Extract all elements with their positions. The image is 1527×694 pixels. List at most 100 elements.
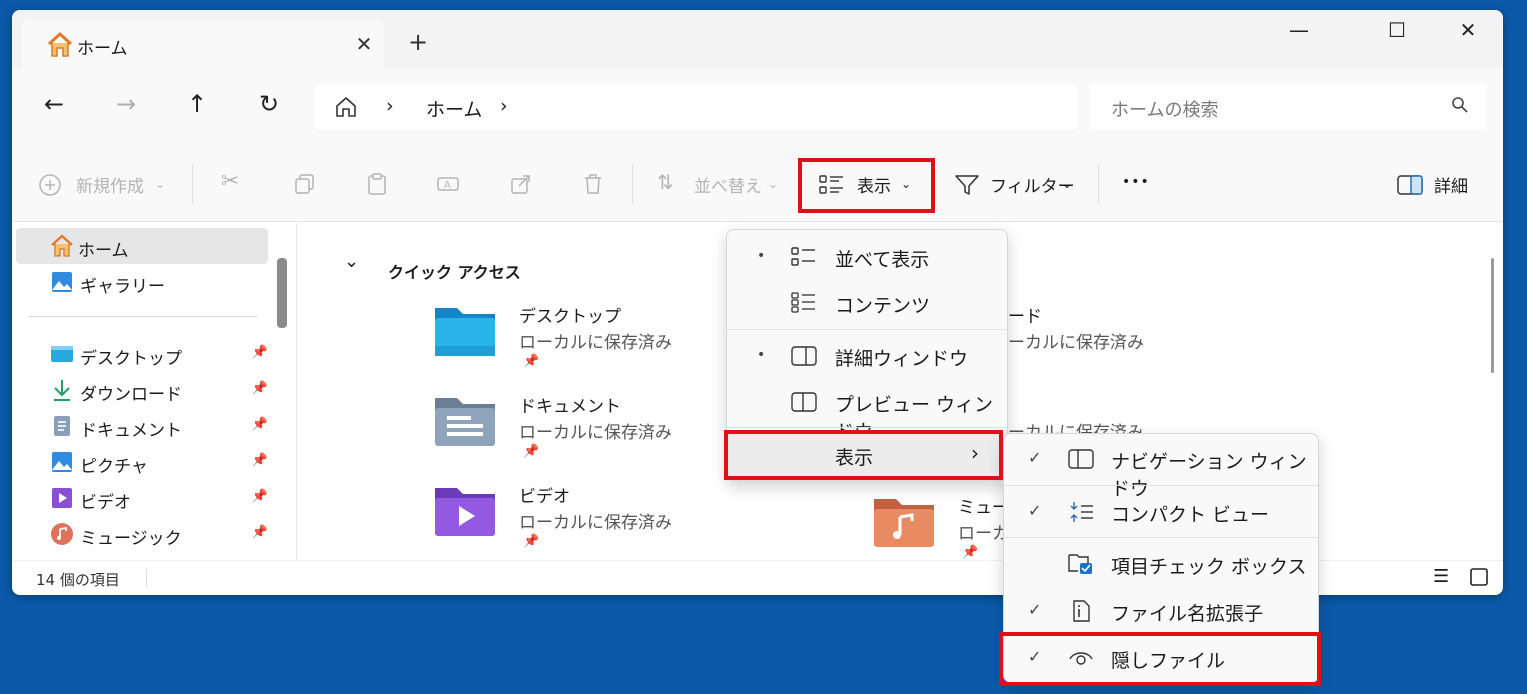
new-icon — [39, 174, 61, 196]
music-icon — [51, 523, 73, 545]
content-scrollbar[interactable] — [1491, 258, 1494, 373]
breadcrumb-separator[interactable]: › — [500, 95, 508, 117]
pin-icon[interactable]: 📌 — [252, 381, 268, 396]
paste-icon[interactable] — [365, 172, 389, 196]
section-header-quick-access[interactable]: クイック アクセス — [388, 259, 521, 283]
menu-item-content[interactable]: コンテンツ — [727, 280, 1007, 326]
details-button[interactable]: 詳細 — [1434, 172, 1468, 197]
folder-name: ビデオ — [519, 487, 570, 507]
divider — [1098, 164, 1099, 204]
navigation-pane-icon — [1068, 449, 1094, 469]
share-icon[interactable] — [509, 172, 533, 196]
sidebar-scrollbar[interactable] — [277, 258, 287, 328]
up-button[interactable]: ↑ — [181, 90, 213, 118]
pin-icon[interactable]: 📌 — [252, 489, 268, 504]
divider — [727, 427, 1007, 428]
pin-icon[interactable]: 📌 — [252, 525, 268, 540]
folder-status: ローカルに保存済み — [519, 333, 672, 353]
pin-icon[interactable]: 📌 — [252, 417, 268, 432]
document-icon — [54, 416, 70, 436]
cut-icon[interactable]: ✂ — [221, 169, 239, 194]
back-button[interactable]: ← — [38, 90, 70, 118]
new-tab-button[interactable]: + — [408, 28, 428, 56]
sort-button[interactable]: 並べ替え — [694, 172, 762, 197]
sidebar-item-label: ダウンロード — [80, 385, 182, 405]
home-icon — [51, 234, 73, 257]
desktop-icon — [51, 346, 73, 362]
rename-icon[interactable]: A — [436, 172, 460, 196]
divider — [1004, 485, 1318, 486]
delete-icon[interactable] — [581, 172, 605, 196]
menu-item-compact-view[interactable]: ✓ コンパクト ビュー — [1004, 489, 1318, 535]
sidebar-item-label: ミュージック — [80, 529, 182, 549]
forward-button[interactable]: → — [110, 90, 142, 118]
sidebar-item-label: ドキュメント — [80, 421, 182, 441]
breadcrumb-separator[interactable]: › — [386, 95, 394, 117]
pin-icon: 📌 — [523, 354, 540, 369]
sidebar-item-documents[interactable]: ドキュメント 📌 — [16, 408, 268, 444]
download-icon — [54, 380, 70, 401]
chevron-down-icon[interactable]: ⌄ — [344, 251, 359, 272]
check-icon: ✓ — [1028, 600, 1042, 619]
tiles-icon — [791, 247, 815, 266]
minimize-button[interactable]: — — [1279, 18, 1319, 42]
tab-home[interactable]: ホーム ✕ — [22, 20, 384, 68]
item-count: 14 個の項目 — [36, 571, 120, 589]
pin-icon[interactable]: 📌 — [252, 345, 268, 360]
menu-item-label: コンテンツ — [835, 295, 931, 317]
more-options-button[interactable]: ••• — [1122, 174, 1150, 190]
folder-name: ドキュメント — [519, 397, 621, 417]
copy-icon[interactable] — [293, 172, 317, 196]
sidebar-item-home[interactable]: ホーム — [16, 228, 268, 264]
sidebar-item-downloads[interactable]: ダウンロード 📌 — [16, 372, 268, 408]
selected-bullet-icon: • — [757, 248, 766, 264]
svg-text:A: A — [444, 180, 451, 191]
title-bar: ホーム ✕ + — ☐ ✕ — [12, 10, 1503, 68]
details-pane-icon — [791, 346, 817, 366]
video-folder-icon — [435, 488, 495, 536]
menu-item-file-extensions[interactable]: ✓ ファイル名拡張子 — [1004, 588, 1318, 634]
navigation-pane: ホーム ギャラリー デスクトップ 📌 ダウンロード 📌 ドキュメント 📌 ピクチ… — [12, 223, 297, 560]
menu-item-label: ファイル名拡張子 — [1111, 603, 1264, 625]
highlight-view-button — [798, 158, 935, 213]
sidebar-item-desktop[interactable]: デスクトップ 📌 — [16, 336, 268, 372]
menu-item-navigation-pane[interactable]: ✓ ナビゲーション ウィンドウ — [1004, 436, 1318, 500]
home-icon[interactable] — [334, 95, 358, 119]
close-window-button[interactable]: ✕ — [1448, 18, 1488, 42]
sidebar-item-label: ホーム — [78, 241, 129, 261]
menu-item-label: 並べて表示 — [835, 249, 930, 271]
desktop-folder-icon — [435, 308, 495, 356]
address-bar[interactable]: › ホーム › — [314, 84, 1078, 130]
sidebar-item-label: ギャラリー — [80, 277, 165, 297]
refresh-button[interactable]: ↻ — [253, 90, 285, 118]
selected-bullet-icon: • — [757, 347, 766, 363]
folder-name: デスクトップ — [519, 307, 621, 327]
navigation-bar: ← → ↑ ↻ › ホーム › ホームの検索 — [12, 68, 1503, 146]
search-box[interactable]: ホームの検索 — [1089, 84, 1487, 130]
sidebar-item-label: ビデオ — [80, 493, 131, 513]
menu-item-tiles[interactable]: • 並べて表示 — [727, 234, 1007, 280]
menu-item-preview-pane[interactable]: プレビュー ウィンドウ — [727, 379, 1007, 443]
sidebar-item-videos[interactable]: ビデオ 📌 — [16, 480, 268, 516]
folder-status: ローカルに保存済み — [519, 423, 672, 443]
new-button[interactable]: 新規作成 — [76, 172, 144, 197]
menu-item-details-pane[interactable]: • 詳細ウィンドウ — [727, 333, 1007, 379]
tiles-view-icon[interactable] — [1469, 567, 1489, 587]
details-view-icon[interactable]: ☰ — [1433, 566, 1449, 587]
check-icon: ✓ — [1028, 501, 1042, 520]
divider — [632, 164, 633, 204]
menu-item-item-checkboxes[interactable]: 項目チェック ボックス — [1004, 541, 1318, 587]
sidebar-item-gallery[interactable]: ギャラリー — [16, 264, 268, 300]
maximize-button[interactable]: ☐ — [1377, 18, 1417, 42]
tab-title: ホーム — [77, 39, 128, 59]
pin-icon[interactable]: 📌 — [252, 453, 268, 468]
breadcrumb-home[interactable]: ホーム — [426, 95, 482, 122]
chevron-down-icon: ⌄ — [768, 177, 779, 191]
sidebar-item-music[interactable]: ミュージック 📌 — [16, 516, 268, 552]
sidebar-item-pictures[interactable]: ピクチャ 📌 — [16, 444, 268, 480]
chevron-down-icon: ⌄ — [1062, 177, 1073, 191]
close-tab-button[interactable]: ✕ — [352, 32, 376, 56]
command-bar: 新規作成 ⌄ ✂ A ⇅ 並べ替え ⌄ 表示 ⌄ フィルター ⌄ ••• 詳細 — [12, 146, 1503, 222]
folder-item[interactable]: ビデオ ローカルに保存済み 📌 — [433, 482, 853, 562]
pin-icon: 📌 — [523, 444, 540, 459]
